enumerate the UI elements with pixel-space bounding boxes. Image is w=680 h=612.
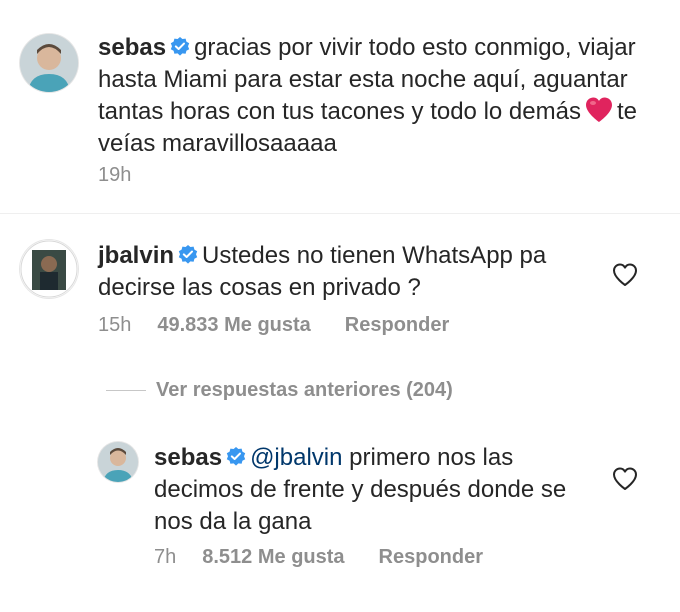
heart-outline-icon xyxy=(613,467,637,490)
verified-badge-icon xyxy=(178,245,198,264)
reply-button[interactable]: Responder xyxy=(345,314,449,336)
user-photo-icon xyxy=(98,442,138,482)
mention-link[interactable]: @jbalvin xyxy=(250,444,342,471)
reply-meta: 7h 8.512 Me gusta Responder xyxy=(154,546,483,569)
username[interactable]: sebas xyxy=(154,444,222,471)
comment-meta: 19h xyxy=(98,164,157,187)
user-photo-icon xyxy=(20,240,78,298)
username[interactable]: jbalvin xyxy=(98,242,174,269)
view-replies-button[interactable]: Ver respuestas anteriores (204) xyxy=(156,379,453,402)
timestamp: 19h xyxy=(98,164,132,186)
verified-badge-icon xyxy=(226,447,246,466)
user-photo-icon xyxy=(20,34,78,92)
reply-button[interactable]: Responder xyxy=(379,546,483,568)
timestamp: 15h xyxy=(98,314,132,336)
avatar[interactable] xyxy=(20,34,78,92)
avatar[interactable] xyxy=(98,442,138,482)
divider xyxy=(0,213,680,214)
likes-count[interactable]: 8.512 Me gusta xyxy=(202,546,344,568)
likes-count[interactable]: 49.833 Me gusta xyxy=(157,314,310,336)
like-button[interactable] xyxy=(612,262,638,293)
verified-badge-icon xyxy=(170,37,190,56)
heart-outline-icon xyxy=(613,263,637,286)
view-replies-line xyxy=(106,390,146,391)
timestamp: 7h xyxy=(154,546,177,568)
comment-body: jbalvin Ustedes no tienen WhatsApp pa dec… xyxy=(98,240,598,304)
red-heart-icon xyxy=(585,97,612,122)
comment-meta: 15h 49.833 Me gusta Responder xyxy=(98,314,449,337)
username[interactable]: sebas xyxy=(98,34,166,61)
comment-body: sebas gracias por vivir todo esto conmigo… xyxy=(98,32,638,160)
like-button[interactable] xyxy=(612,466,638,497)
avatar[interactable] xyxy=(20,240,78,298)
reply-body: sebas @jbalvin primero nos las decimos de… xyxy=(154,442,574,538)
